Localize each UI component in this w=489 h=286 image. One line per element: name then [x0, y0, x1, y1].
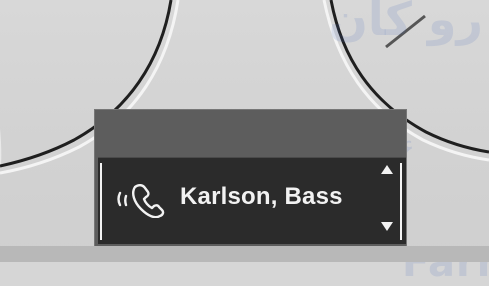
contact-name: Karlson, Bass [180, 181, 343, 213]
watermark-logo: رو کان [329, 0, 483, 46]
display-left-marker [100, 163, 102, 240]
phone-handset-icon [113, 181, 168, 218]
lower-panel-strip [0, 246, 489, 262]
scroll-up-icon [381, 165, 393, 174]
handset-outline [133, 185, 163, 217]
instrument-cluster-panel: رو کان ۰۲۱-۸۸۶ Farma Karlson, Bass [0, 0, 489, 262]
scroll-down-icon [381, 222, 393, 231]
phone-handset-icon-svg [113, 181, 168, 218]
signal-wave-inner [125, 196, 126, 205]
signal-wave-outer [119, 193, 121, 205]
display-right-marker [400, 163, 402, 240]
